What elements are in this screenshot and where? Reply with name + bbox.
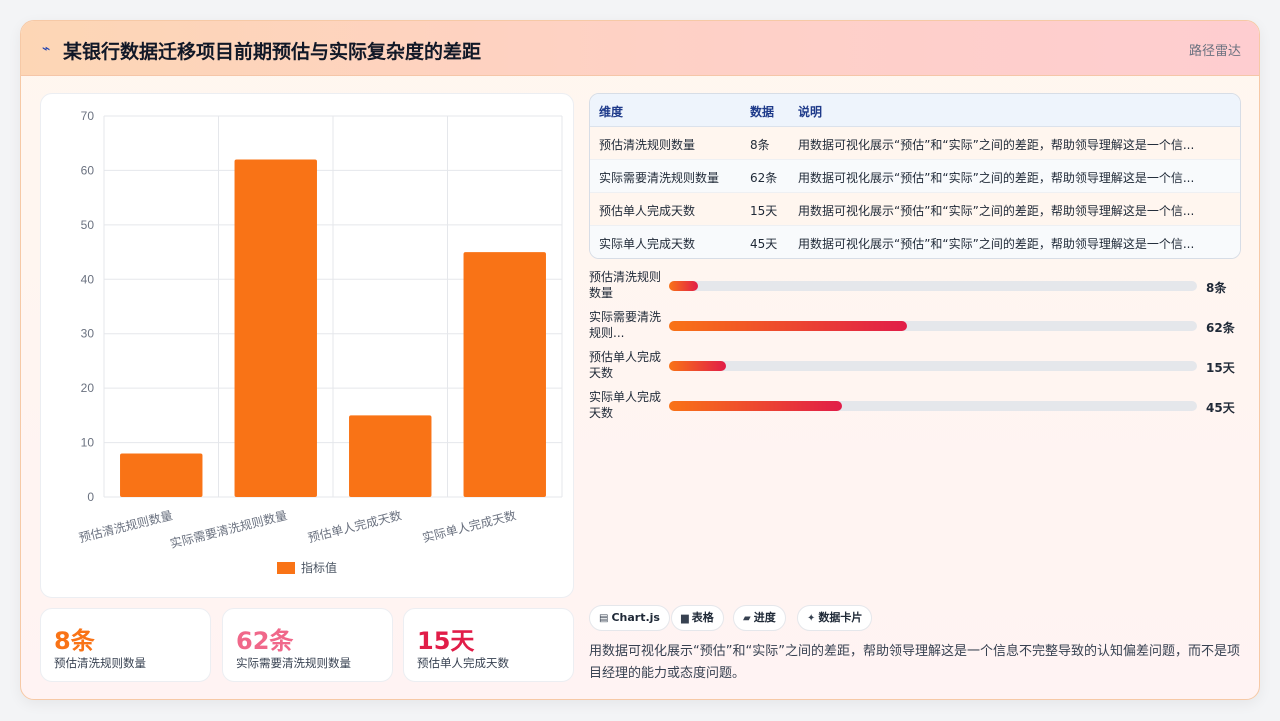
cell-data: 45天 — [750, 237, 778, 251]
page-title: 某银行数据迁移项目前期预估与实际复杂度的差距 — [63, 41, 482, 63]
kpi-value: 8条 — [54, 627, 95, 655]
chip-progress[interactable]: ▰ 进度 — [733, 605, 786, 631]
cell-dimension: 预估单人完成天数 — [599, 204, 696, 218]
table-row: 实际需要清洗规则数量 62条 用数据可视化展示“预估”和“实际”之间的差距，帮助… — [590, 160, 1240, 193]
cell-dimension: 预估清洗规则数量 — [599, 138, 696, 152]
y-tick-label: 0 — [87, 490, 94, 504]
y-tick-label: 40 — [81, 272, 95, 286]
progress-fill — [669, 321, 907, 331]
card-icon: ✦ — [807, 613, 816, 624]
table-icon: ▆ — [681, 613, 689, 624]
kpi-label: 预估单人完成天数 — [417, 656, 509, 670]
bar — [120, 453, 203, 497]
column-header-data: 数据 — [750, 105, 775, 119]
progress-fill — [669, 281, 699, 291]
progress-icon: ▰ — [743, 613, 751, 624]
table-row: 实际单人完成天数 45天 用数据可视化展示“预估”和“实际”之间的差距，帮助领导… — [590, 226, 1240, 258]
category-tag: 路径雷达 — [1188, 44, 1241, 59]
kpi-label: 实际需要清洗规则数量 — [236, 656, 351, 670]
bar — [463, 252, 546, 497]
chart-icon: ▤ — [599, 613, 609, 624]
progress-track — [669, 281, 1197, 291]
chip-label: 表格 — [691, 611, 714, 624]
kpi-value: 62条 — [236, 627, 294, 655]
cell-data: 8条 — [750, 138, 770, 152]
y-tick-label: 30 — [81, 327, 95, 341]
kpi-card: 8条 预估清洗规则数量 — [40, 608, 211, 682]
x-tick-label: 实际单人完成天数 — [421, 507, 518, 545]
progress-track — [669, 321, 1197, 331]
progress-value: 45天 — [1206, 401, 1235, 415]
y-tick-label: 10 — [81, 436, 95, 450]
column-header-dimension: 维度 — [599, 105, 624, 119]
cell-data: 15天 — [750, 204, 778, 218]
x-tick-label: 预估单人完成天数 — [306, 507, 403, 545]
chip-label: Chart.js — [611, 611, 660, 624]
y-tick-label: 60 — [81, 163, 95, 177]
progress-value: 15天 — [1206, 361, 1235, 375]
bar-chart: 0 10 20 30 40 50 60 70 预估清洗规则数量 实际需要清洗规则数量 预估单人完成天… — [40, 93, 574, 598]
chip-table[interactable]: ▆ 表格 — [671, 605, 724, 631]
progress-value: 8条 — [1206, 281, 1227, 295]
cell-dimension: 实际需要清洗规则数量 — [599, 171, 720, 185]
legend-label: 指标值 — [301, 560, 337, 575]
table-header-row: 维度 数据 说明 — [590, 94, 1240, 127]
x-tick-label: 实际需要清洗规则数量 — [168, 507, 288, 551]
cell-dimension: 实际单人完成天数 — [599, 237, 696, 251]
progress-fill — [669, 401, 842, 411]
progress-list: 预估清洗规则数量 8条 实际需要清洗规则... 62条 预估单人完成天数 15天… — [589, 269, 1249, 429]
cell-description: 用数据可视化展示“预估”和“实际”之间的差距，帮助领导理解这是一个信... — [798, 171, 1195, 185]
progress-track — [669, 361, 1197, 371]
table-row: 预估单人完成天数 15天 用数据可视化展示“预估”和“实际”之间的差距，帮助领导… — [590, 193, 1240, 226]
bar — [234, 159, 317, 497]
y-tick-label: 50 — [81, 218, 95, 232]
progress-label: 预估单人完成天数 — [589, 350, 662, 380]
cell-description: 用数据可视化展示“预估”和“实际”之间的差距，帮助领导理解这是一个信... — [798, 237, 1195, 251]
y-tick-label: 70 — [81, 109, 95, 123]
kpi-card: 62条 实际需要清洗规则数量 — [222, 608, 393, 682]
progress-row: 实际需要清洗规则... 62条 — [589, 309, 1249, 343]
kpi-card: 15天 预估单人完成天数 — [403, 608, 574, 682]
data-table: 维度 数据 说明 预估清洗规则数量 8条 用数据可视化展示“预估”和“实际”之间… — [589, 93, 1241, 259]
progress-value: 62条 — [1206, 321, 1235, 335]
progress-row: 实际单人完成天数 45天 — [589, 389, 1249, 423]
table-row: 预估清洗规则数量 8条 用数据可视化展示“预估”和“实际”之间的差距，帮助领导理… — [590, 127, 1240, 160]
chip-data-card[interactable]: ✦ 数据卡片 — [797, 605, 873, 631]
bar — [349, 415, 432, 497]
chip-label: 进度 — [753, 611, 776, 624]
cell-data: 62条 — [750, 171, 778, 185]
chip-label: 数据卡片 — [818, 611, 863, 624]
progress-label: 预估清洗规则数量 — [589, 270, 662, 300]
kpi-value: 15天 — [417, 627, 475, 655]
cell-description: 用数据可视化展示“预估”和“实际”之间的差距，帮助领导理解这是一个信... — [798, 204, 1195, 218]
progress-row: 预估单人完成天数 15天 — [589, 349, 1249, 383]
link-icon: ⌁ — [42, 41, 51, 57]
column-header-description: 说明 — [798, 105, 823, 119]
header: ⌁ 某银行数据迁移项目前期预估与实际复杂度的差距 路径雷达 — [21, 21, 1259, 76]
bar-chart-svg: 0 10 20 30 40 50 60 70 预估清洗规则数量实际需要清洗规则数量 预估单人完成天… — [77, 109, 563, 575]
y-tick-label: 20 — [81, 381, 95, 395]
x-tick-label: 预估清洗规则数量 — [77, 507, 174, 545]
progress-fill — [669, 361, 727, 371]
chip-chartjs[interactable]: ▤ Chart.js — [589, 605, 670, 631]
legend-swatch — [277, 562, 295, 574]
progress-row: 预估清洗规则数量 8条 — [589, 269, 1249, 303]
summary-text: 用数据可视化展示“预估”和“实际”之间的差距，帮助领导理解这是一个信息不完整导致… — [589, 644, 1240, 681]
cell-description: 用数据可视化展示“预估”和“实际”之间的差距，帮助领导理解这是一个信... — [798, 138, 1195, 152]
progress-label: 实际需要清洗规则... — [589, 310, 662, 340]
kpi-label: 预估清洗规则数量 — [54, 656, 146, 670]
progress-label: 实际单人完成天数 — [589, 390, 662, 420]
dashboard-card: ⌁ 某银行数据迁移项目前期预估与实际复杂度的差距 路径雷达 0 10 20 30 40 5… — [20, 20, 1260, 700]
progress-track — [669, 401, 1197, 411]
